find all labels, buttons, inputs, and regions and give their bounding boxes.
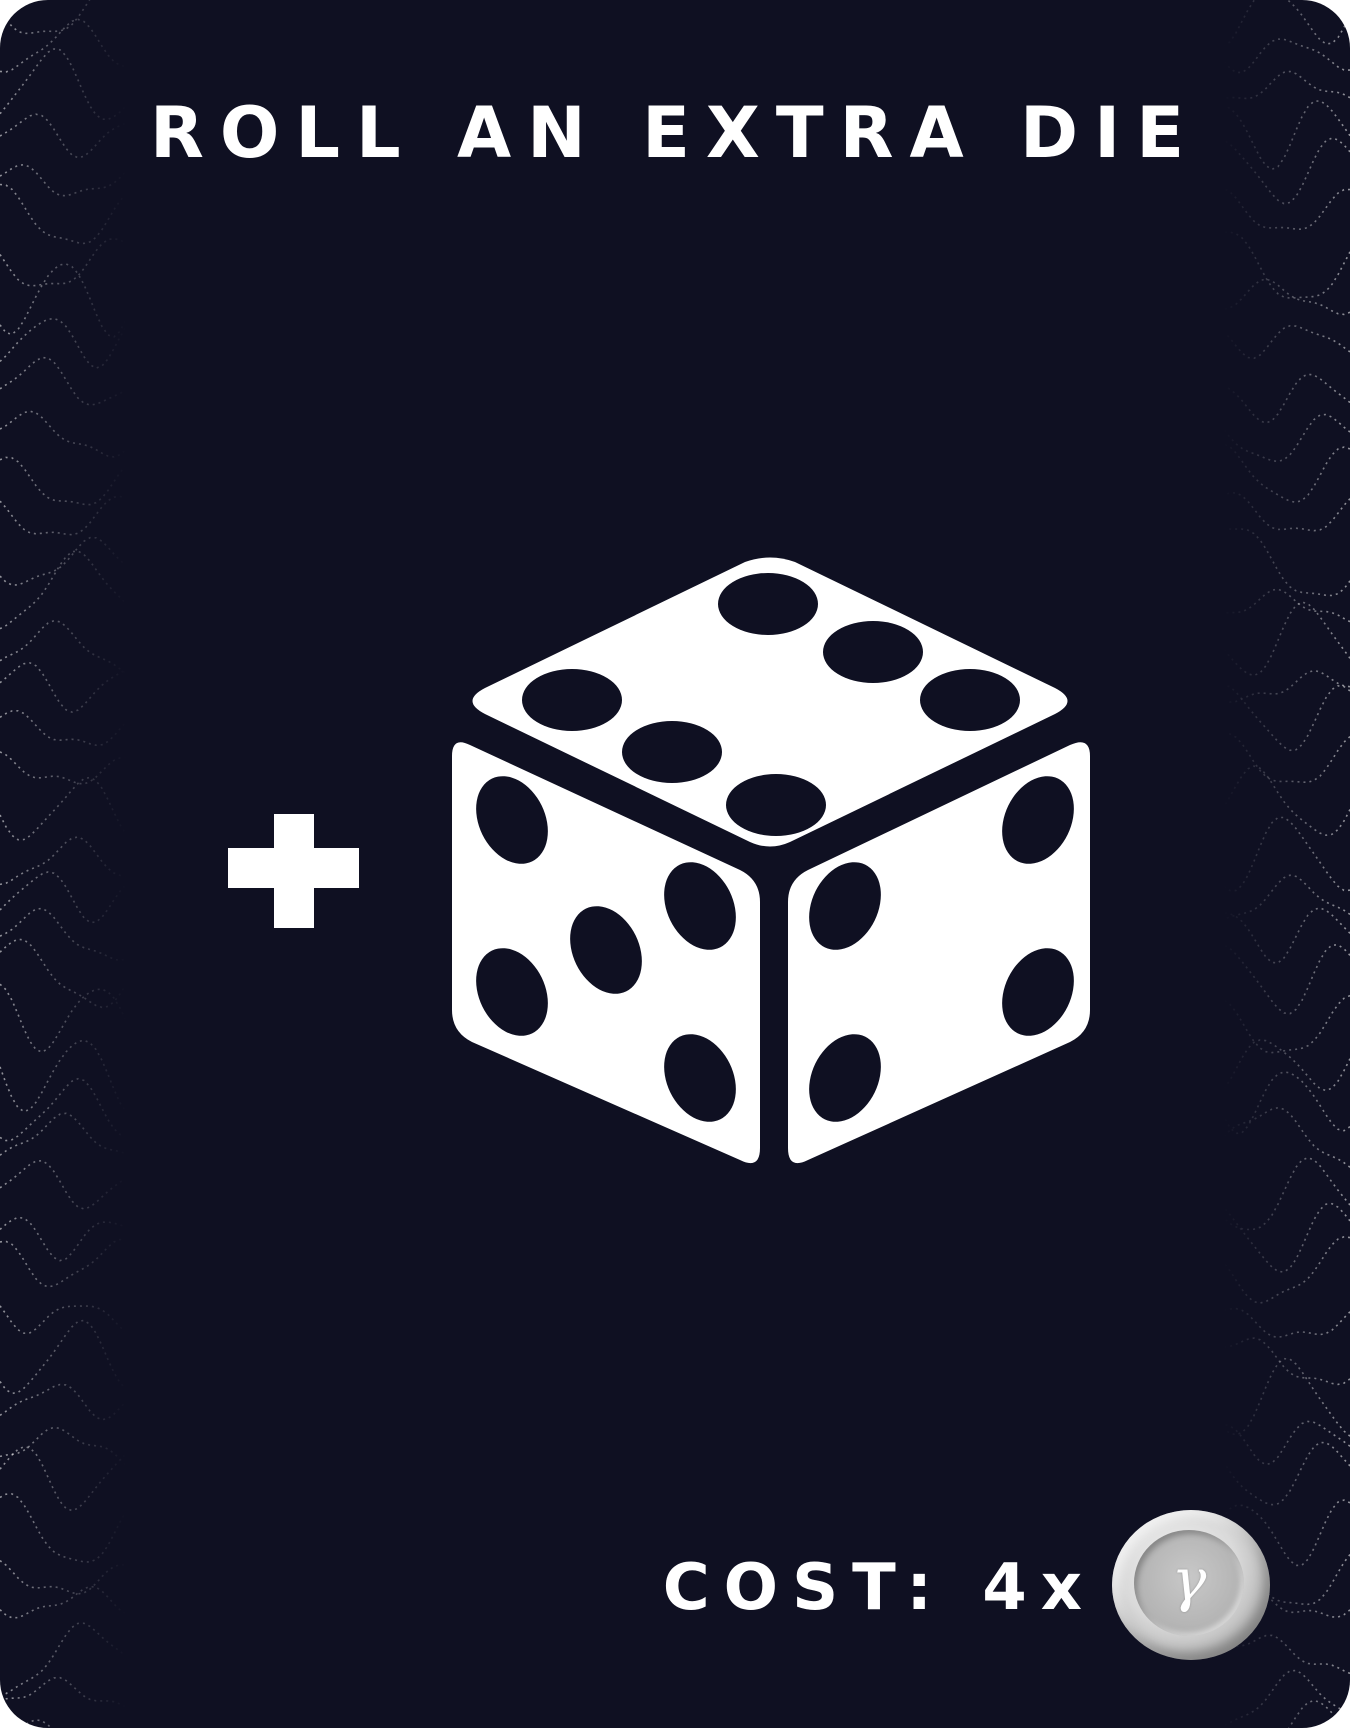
die-icon xyxy=(452,557,1090,1164)
token-inner: γ xyxy=(1134,1530,1244,1636)
gamma-token-icon: γ xyxy=(1112,1510,1270,1660)
token-symbol: γ xyxy=(1171,1546,1207,1614)
card: ROLL AN EXTRA DIE COST: 4x γ xyxy=(0,0,1350,1728)
cost-label: COST: 4x xyxy=(662,1551,1096,1625)
